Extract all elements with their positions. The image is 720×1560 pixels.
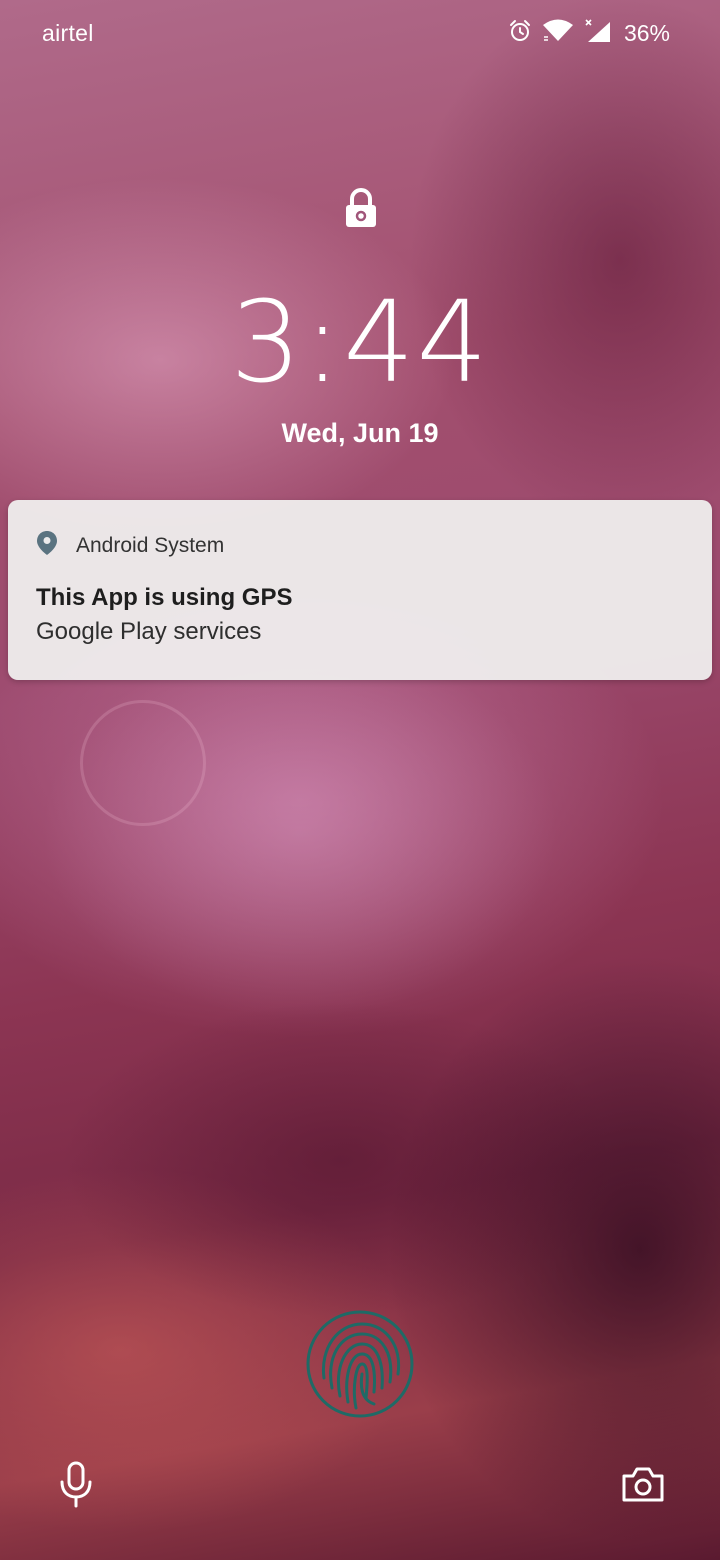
battery-percentage: 36% <box>623 19 670 46</box>
notification-body: Google Play services <box>36 618 262 645</box>
microphone-icon[interactable] <box>56 1460 96 1508</box>
status-icons: 36% <box>508 18 670 48</box>
camera-icon[interactable] <box>620 1464 666 1504</box>
wallpaper-swirl <box>80 700 206 826</box>
lock-icon[interactable] <box>344 188 378 228</box>
notification-card[interactable]: Android System This App is using GPS Goo… <box>8 500 712 680</box>
wallpaper-swirl <box>40 640 560 1020</box>
wallpaper-swirl <box>60 1000 620 1320</box>
clock-date: Wed, Jun 19 <box>281 418 439 448</box>
clock-time: 3:44 <box>230 278 490 408</box>
notification-header: Android System <box>36 530 224 561</box>
lock-screen: { "status_bar": { "carrier": "airtel", "… <box>0 0 720 1560</box>
signal-icon <box>584 18 612 49</box>
carrier-name: airtel <box>42 20 94 46</box>
notification-title: This App is using GPS <box>36 584 293 611</box>
status-bar[interactable]: airtel 36% <box>0 0 720 66</box>
alarm-icon <box>508 19 532 48</box>
wifi-icon <box>542 19 574 48</box>
notification-app-name: Android System <box>76 533 225 557</box>
location-pin-icon <box>36 530 58 561</box>
fingerprint-icon[interactable] <box>304 1308 416 1420</box>
